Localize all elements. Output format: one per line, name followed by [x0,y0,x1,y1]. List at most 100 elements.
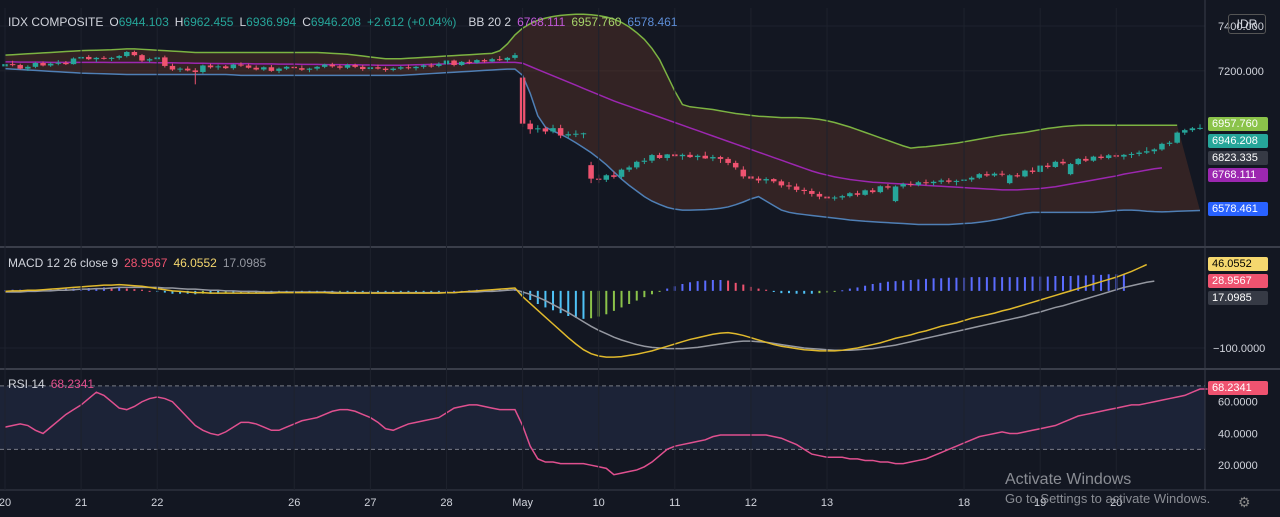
candle-body [1060,161,1066,164]
candle-body [215,66,221,68]
macd-histogram-bar [909,280,912,291]
currency-button[interactable]: IDR [1228,14,1266,34]
macd-hist-value: 28.9567 [124,256,168,270]
candle-body [101,57,107,59]
macd-histogram-bar [620,290,623,308]
macd-histogram-bar [399,290,402,292]
candle-body [1098,156,1104,158]
macd-histogram-bar [430,290,433,292]
macd-histogram-bar [163,290,166,293]
candle-body [542,128,549,132]
macd-histogram-bar [574,290,577,318]
x-tick-label: 11 [669,497,680,509]
symbol-name[interactable]: IDX COMPOSITE [8,15,103,29]
candle-body [1105,155,1112,158]
candle-body [108,57,115,59]
macd-histogram-bar [1023,277,1026,291]
candle-body [1143,151,1150,153]
candle-body [611,175,617,177]
macd-histogram-bar [978,277,981,291]
candle-body [923,182,929,184]
candle-body [40,63,46,66]
macd-histogram-bar [590,290,593,319]
bb-label[interactable]: BB 20 2 [468,15,511,29]
candle-body [1182,130,1188,133]
close-value: 6946.208 [310,15,361,29]
price-tag: 6768.111 [1208,168,1268,183]
macd-histogram-bar [1016,277,1019,291]
candle-body [230,64,237,69]
candle-body [634,161,640,168]
macd-histogram-bar [1100,274,1103,291]
macd-histogram-bar [437,290,440,292]
rsi-legend: RSI 14 68.2341 [8,377,94,391]
candle-body [717,157,724,159]
price-tag: 6578.461 [1208,202,1268,217]
macd-histogram-bar [940,278,943,291]
macd-histogram-bar [894,281,897,291]
candle-body [694,155,701,158]
candle-body [908,184,914,186]
candle-body [1014,175,1021,177]
macd-signal-value: 17.0985 [222,256,267,270]
candle-body [131,52,138,56]
macd-tag: 28.9567 [1208,273,1268,288]
candle-body [793,186,800,190]
x-tick-label: 13 [821,497,833,509]
candle-body [268,67,275,71]
candle-body [25,66,31,69]
candle-body [877,186,884,193]
macd-histogram-bar [772,290,775,292]
gear-icon[interactable]: ⚙ [1238,494,1251,511]
candle-body [1159,143,1165,150]
candle-body [1121,154,1127,157]
candle-body [725,158,731,163]
macd-histogram-bar [681,284,684,291]
macd-histogram-bar [955,277,958,291]
candle-body [382,68,389,70]
macd-histogram-bar [407,290,410,292]
candle-body [999,173,1005,175]
candle-body [283,66,290,69]
x-tick-label: 26 [288,497,300,509]
macd-histogram-bar [392,290,395,292]
macd-histogram-bar [795,290,798,294]
candle-body [489,59,495,62]
macd-histogram-bar [727,280,730,291]
candle-body [169,65,176,70]
candle-body [1006,175,1013,184]
candle-body [200,65,206,72]
watermark-line2: Go to Settings to activate Windows. [1005,491,1211,506]
candle-body [664,154,670,158]
rsi-label[interactable]: RSI 14 [8,377,45,391]
candle-body [192,70,199,72]
candle-body [618,169,625,177]
macd-histogram-bar [338,290,341,292]
x-tick-label: 12 [745,497,757,509]
candle-body [550,128,556,132]
macd-histogram-bar [133,289,136,291]
candle-body [991,173,998,176]
macd-tag: 17.0985 [1208,290,1268,305]
candle-body [580,133,587,135]
macd-histogram-bar [658,290,661,292]
macd-histogram-bar [552,290,555,311]
change-value: +2.612 (+0.04%) [366,15,457,29]
candle-body [306,68,313,70]
currency-label: IDR [1236,17,1258,31]
macd-histogram-bar [1069,276,1072,291]
macd-histogram-bar [1031,276,1034,291]
candle-body [557,128,564,136]
candle-body [603,175,610,180]
macd-histogram-bar [833,290,836,292]
candle-body [573,133,579,135]
macd-histogram-bar [719,280,722,291]
macd-histogram-bar [1054,276,1057,291]
candle-body [344,65,351,68]
macd-histogram-bar [118,288,121,291]
macd-histogram-bar [529,290,532,300]
macd-label[interactable]: MACD 12 26 close 9 [8,256,118,270]
candle-body [649,155,655,161]
macd-histogram-bar [970,277,973,291]
candle-body [321,64,328,67]
